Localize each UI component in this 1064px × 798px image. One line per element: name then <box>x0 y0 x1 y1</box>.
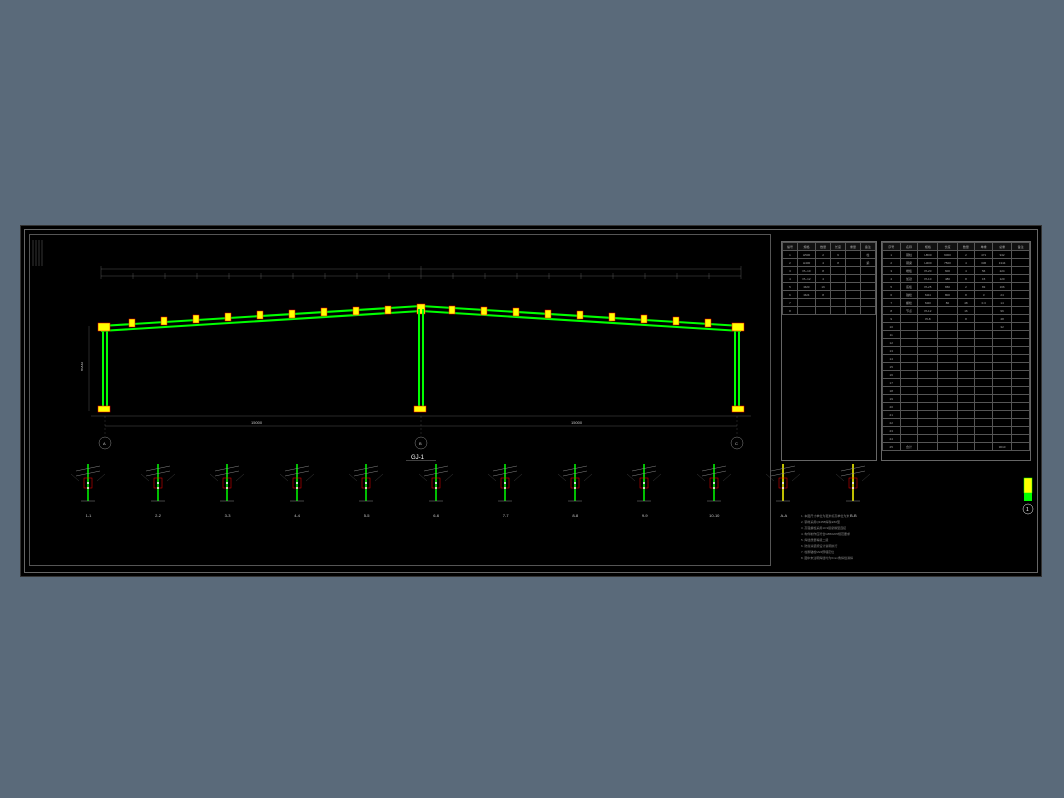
detail-label: 9-9 <box>617 513 672 518</box>
table-row: 18 <box>882 387 1029 395</box>
table-header: 规格 <box>918 243 938 251</box>
legend-marker: 1 <box>1021 476 1036 516</box>
table-row: 17 <box>882 379 1029 387</box>
table-row: 21 <box>882 411 1029 419</box>
section-detail-10-10: 10-10 <box>687 456 742 516</box>
table-row: 11 <box>882 331 1029 339</box>
detail-label: 1-1 <box>61 513 116 518</box>
span-dim-1: 15000 <box>251 420 263 425</box>
table-header: 数量 <box>816 243 831 251</box>
section-detail-4-4: 4-4 <box>270 456 325 516</box>
table-row: 16 <box>882 371 1029 379</box>
table-header: 总重 <box>993 243 1012 251</box>
table-row: 3端板PL20600456224 <box>882 267 1029 275</box>
table-header: 长度 <box>938 243 957 251</box>
detail-label: 4-4 <box>270 513 325 518</box>
section-detail-2-2: 2-2 <box>131 456 186 516</box>
table-header: 备注 <box>1012 243 1030 251</box>
table-header: 长度 <box>831 243 846 251</box>
table-row: 7螺栓M2080480.314 <box>882 299 1029 307</box>
table-header: 规格 <box>797 243 815 251</box>
detail-label: 2-2 <box>131 513 186 518</box>
table-row: 13 <box>882 347 1029 355</box>
table-row: 2H40048梁 <box>783 259 876 267</box>
table-row: 14 <box>882 355 1029 363</box>
table-header: 名称 <box>900 243 918 251</box>
section-detail-9-9: 9-9 <box>617 456 672 516</box>
table-2: 序号名称规格长度数量单重总重备注1钢柱H500600024719422钢梁H40… <box>881 241 1031 461</box>
table-row: 15 <box>882 363 1029 371</box>
table-row: 8节点PL121696 <box>882 307 1029 315</box>
section-detail-7-7: 7-7 <box>478 456 533 516</box>
table-header: 备注 <box>860 243 875 251</box>
table-row: 23 <box>882 427 1029 435</box>
table-row: 7 <box>783 299 876 307</box>
table-row: 19 <box>882 395 1029 403</box>
detail-label: 5-5 <box>339 513 394 518</box>
grid-label-c: C <box>735 441 738 446</box>
height-dim: 6000 <box>81 361 84 371</box>
table-row: 8 <box>783 307 876 315</box>
table-header: 单重 <box>975 243 993 251</box>
drawing-notes: 1. 本图尺寸单位为毫米标高单位为米2. 钢材采用Q345B焊条E50型3. 高… <box>801 513 1021 561</box>
section-detail-5-5: 5-5 <box>339 456 394 516</box>
table-header: 数量 <box>957 243 975 251</box>
table-row: 12 <box>882 339 1029 347</box>
table-row: 24 <box>882 435 1029 443</box>
section-detail-A-A: A-A <box>756 456 811 516</box>
section-detail-1-1: 1-1 <box>61 456 116 516</box>
scale-marks <box>31 238 51 268</box>
table-row: 6M248 <box>783 291 876 299</box>
detail-label: 8-8 <box>548 513 603 518</box>
section-details-row: 1-1 2-2 3-3 4-4 <box>61 456 881 526</box>
grid-label-b: B <box>419 441 422 446</box>
table-row: 9PL8848 <box>882 315 1029 323</box>
note-line: 8. 图中未注明焊缝均为6mm角焊缝满焊 <box>801 555 1021 561</box>
table-row: 1钢柱H50060002471942 <box>882 251 1029 259</box>
table-header: 编号 <box>783 243 798 251</box>
detail-label: 3-3 <box>200 513 255 518</box>
section-detail-B-B: B-B <box>826 456 881 516</box>
table-row: 3PL-108 <box>783 267 876 275</box>
table-row: 25合计3010 <box>882 443 1029 451</box>
table-row: 5底板PL25650283166 <box>882 283 1029 291</box>
table-row: 1H50026柱 <box>783 251 876 259</box>
table-row: 22 <box>882 419 1029 427</box>
section-detail-3-3: 3-3 <box>200 456 255 516</box>
section-detail-8-8: 8-8 <box>548 456 603 516</box>
grid-label-a: A <box>103 441 106 446</box>
detail-label: 6-6 <box>409 513 464 518</box>
table-header: 序号 <box>882 243 900 251</box>
svg-text:1: 1 <box>1026 507 1029 513</box>
table-row: 20 <box>882 403 1029 411</box>
portal-frame-elevation: A B C 15000 15000 6000 GJ-1 <box>81 261 761 461</box>
table-row: 4加劲PL10480815120 <box>882 275 1029 283</box>
cad-drawing-viewport[interactable]: A B C 15000 15000 6000 GJ-1 1-1 <box>20 225 1042 577</box>
table-row: 6锚栓M248008324 <box>882 291 1029 299</box>
table-header: 重量 <box>845 243 860 251</box>
table-1: 编号规格数量长度重量备注1H50026柱2H40048梁3PL-1084PL-1… <box>781 241 877 461</box>
table-row: 5M2016 <box>783 283 876 291</box>
table-row: 2钢梁H400750043361344 <box>882 259 1029 267</box>
detail-label: 7-7 <box>478 513 533 518</box>
table-row: 4PL-124 <box>783 275 876 283</box>
section-detail-6-6: 6-6 <box>409 456 464 516</box>
schedule-tables: 编号规格数量长度重量备注1H50026柱2H40048梁3PL-1084PL-1… <box>781 241 1031 461</box>
span-dim-2: 15000 <box>571 420 583 425</box>
table-row: 1032 <box>882 323 1029 331</box>
detail-label: 10-10 <box>687 513 742 518</box>
